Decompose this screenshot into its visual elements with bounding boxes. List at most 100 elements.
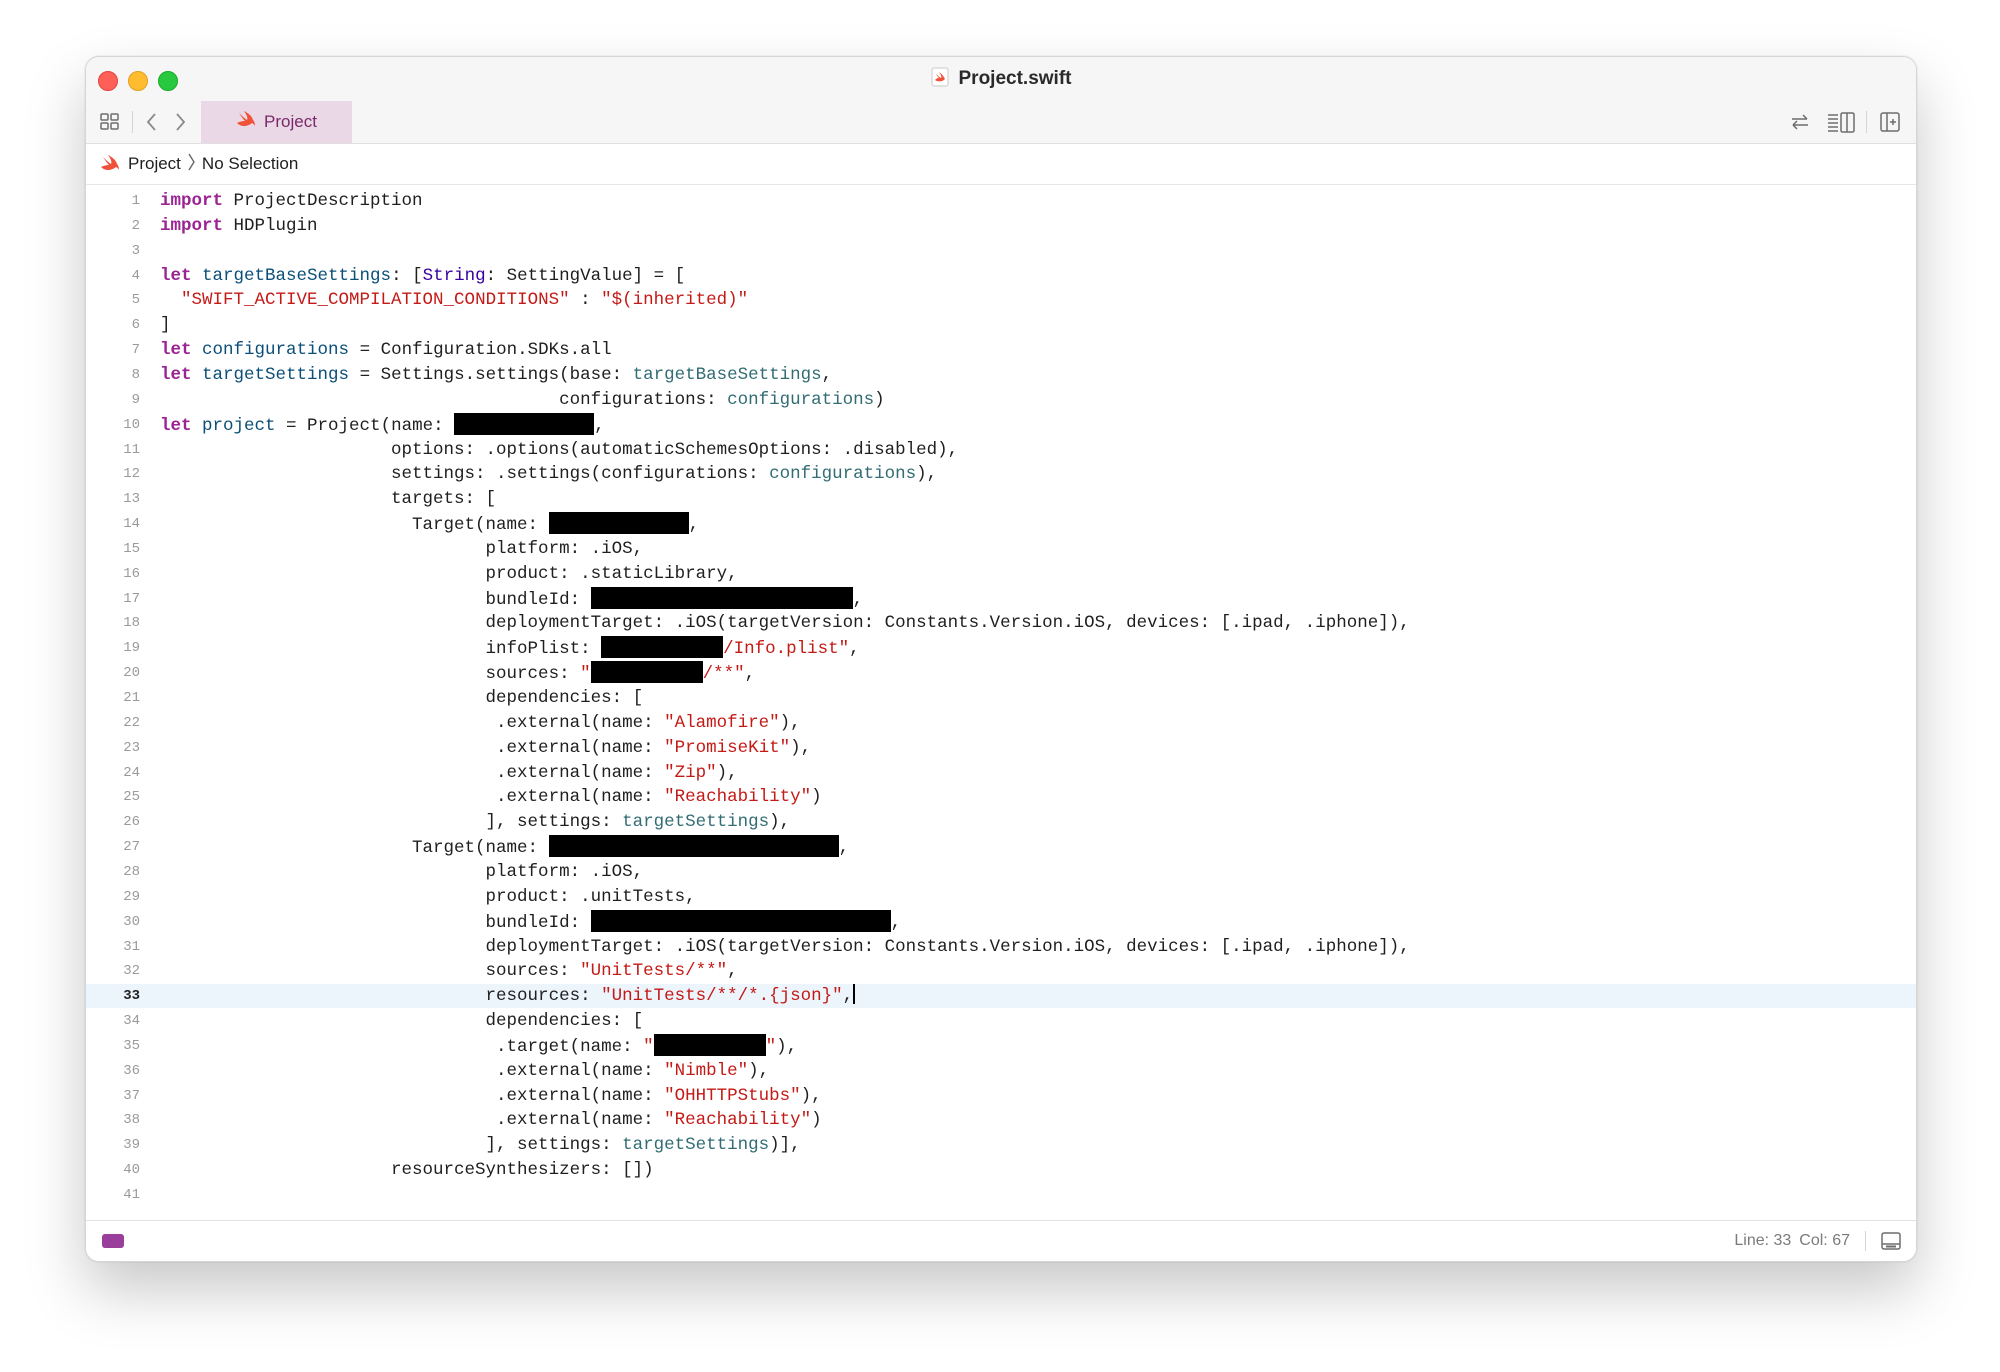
code-line[interactable]: 24 .external(name: "Zip"), bbox=[86, 761, 1916, 785]
code-text: resources: "UnitTests/**/*.{json}", bbox=[160, 984, 856, 1007]
code-line[interactable]: 32 sources: "UnitTests/**", bbox=[86, 959, 1916, 983]
status-bar: Line: 33 Col: 67 bbox=[86, 1220, 1916, 1261]
line-number: 31 bbox=[123, 938, 140, 955]
line-number: 40 bbox=[123, 1162, 140, 1179]
code-line[interactable]: 33 resources: "UnitTests/**/*.{json}", bbox=[86, 984, 1916, 1009]
code-line[interactable]: 6] bbox=[86, 313, 1916, 337]
line-number: 12 bbox=[123, 466, 140, 483]
code-line[interactable]: 40 resourceSynthesizers: []) bbox=[86, 1158, 1916, 1182]
redacted-block bbox=[454, 412, 595, 435]
code-line[interactable]: 37 .external(name: "OHHTTPStubs"), bbox=[86, 1084, 1916, 1108]
line-number: 13 bbox=[123, 491, 140, 508]
code-line[interactable]: 21 dependencies: [ bbox=[86, 686, 1916, 710]
code-line[interactable]: 7 let configurations = Configuration.SDKs… bbox=[86, 338, 1916, 362]
code-line[interactable]: 22 .external(name: "Alamofire"), bbox=[86, 711, 1916, 735]
code-text: product: .staticLibrary, bbox=[160, 563, 738, 584]
code-line[interactable]: 5 "SWIFT_ACTIVE_COMPILATION_CONDITIONS" … bbox=[86, 288, 1916, 312]
code-text: .external(name: "Nimble"), bbox=[160, 1060, 770, 1081]
forward-icon[interactable] bbox=[168, 110, 192, 134]
code-text: resourceSynthesizers: []) bbox=[160, 1160, 654, 1181]
code-text: import HDPlugin bbox=[160, 215, 318, 236]
code-line[interactable]: 36 .external(name: "Nimble"), bbox=[86, 1059, 1916, 1083]
code-line[interactable]: 23 .external(name: "PromiseKit"), bbox=[86, 736, 1916, 760]
code-line[interactable]: 20 sources: "/**", bbox=[86, 661, 1916, 685]
code-line[interactable]: 17 bundleId: , bbox=[86, 586, 1916, 611]
code-line[interactable]: 8 let targetSettings = Settings.settings(… bbox=[86, 363, 1916, 387]
code-line[interactable]: 3 bbox=[86, 239, 1916, 263]
code-line[interactable]: 19 infoPlist: /Info.plist", bbox=[86, 636, 1916, 660]
code-text: ], settings: targetSettings)], bbox=[160, 1135, 801, 1156]
code-text: Target(name: , bbox=[160, 512, 699, 537]
title-bar: Project.swift bbox=[86, 57, 1916, 102]
line-number: 27 bbox=[123, 839, 140, 856]
code-line[interactable]: 30 bundleId: , bbox=[86, 909, 1916, 934]
code-text: let project = Project(name: , bbox=[160, 412, 605, 438]
code-text: infoPlist: /Info.plist", bbox=[160, 636, 860, 661]
code-text: .external(name: "Reachability") bbox=[160, 1110, 822, 1131]
code-text: configurations: configurations) bbox=[160, 389, 885, 410]
line-number: 4 bbox=[131, 267, 140, 284]
code-line[interactable]: 1 import ProjectDescription bbox=[86, 189, 1916, 213]
line-number: 34 bbox=[123, 1013, 140, 1030]
code-line[interactable]: 10 let project = Project(name: , bbox=[86, 412, 1916, 438]
line-number: 3 bbox=[131, 242, 140, 259]
code-line[interactable]: 41 bbox=[86, 1183, 1916, 1207]
add-editor-icon[interactable] bbox=[1878, 110, 1902, 134]
breadcrumb: Project No Selection bbox=[86, 144, 1916, 185]
code-line[interactable]: 35 .target(name: " "), bbox=[86, 1033, 1916, 1058]
inspector-icon[interactable] bbox=[1826, 110, 1856, 134]
breadcrumb-selection[interactable]: No Selection bbox=[202, 154, 298, 174]
code-line[interactable]: 27 Target(name: , bbox=[86, 835, 1916, 859]
line-number: 17 bbox=[123, 590, 140, 607]
code-line[interactable]: 28 platform: .iOS, bbox=[86, 860, 1916, 884]
back-icon[interactable] bbox=[140, 110, 164, 134]
code-text: options: .options(automaticSchemesOption… bbox=[160, 439, 959, 460]
code-line[interactable]: 2 import HDPlugin bbox=[86, 214, 1916, 238]
code-line[interactable]: 38 .external(name: "Reachability") bbox=[86, 1108, 1916, 1132]
line-number: 18 bbox=[123, 615, 140, 632]
line-number: 35 bbox=[123, 1037, 140, 1054]
code-editor[interactable]: 1 import ProjectDescription 2 import HDPlug… bbox=[86, 185, 1916, 1221]
line-number: 8 bbox=[131, 366, 140, 383]
redacted-block bbox=[590, 661, 703, 684]
code-line[interactable]: 25 .external(name: "Reachability") bbox=[86, 785, 1916, 809]
tab-label: Project bbox=[264, 112, 317, 131]
tab-project[interactable]: Project bbox=[201, 101, 352, 143]
line-number: 10 bbox=[123, 416, 140, 433]
code-line[interactable]: 12 settings: .settings(configurations: c… bbox=[86, 462, 1916, 486]
line-number: 38 bbox=[123, 1112, 140, 1129]
code-text: let targetSettings = Settings.settings(b… bbox=[160, 364, 833, 385]
code-line[interactable]: 14 Target(name: , bbox=[86, 512, 1916, 536]
tag-icon bbox=[102, 1234, 124, 1248]
code-line[interactable]: 26 ], settings: targetSettings), bbox=[86, 810, 1916, 834]
line-number: 20 bbox=[123, 665, 140, 682]
grid-icon[interactable] bbox=[98, 110, 122, 134]
line-number: 2 bbox=[131, 217, 140, 234]
code-text: sources: "/**", bbox=[160, 661, 755, 686]
code-line[interactable]: 34 dependencies: [ bbox=[86, 1009, 1916, 1033]
breadcrumb-project[interactable]: Project bbox=[128, 154, 181, 174]
code-line[interactable]: 15 platform: .iOS, bbox=[86, 537, 1916, 561]
code-line[interactable]: 13 targets: [ bbox=[86, 487, 1916, 511]
code-line[interactable]: 4 let targetBaseSettings: [String: Settin… bbox=[86, 264, 1916, 288]
editor-window: Project.swift Project Project No Selecti… bbox=[85, 56, 1917, 1262]
code-line[interactable]: 31 deploymentTarget: .iOS(targetVersion:… bbox=[86, 935, 1916, 959]
code-line[interactable]: 18 deploymentTarget: .iOS(targetVersion:… bbox=[86, 611, 1916, 635]
code-line[interactable]: 29 product: .unitTests, bbox=[86, 885, 1916, 909]
code-line[interactable]: 11 options: .options(automaticSchemesOpt… bbox=[86, 438, 1916, 462]
swift-file-icon bbox=[931, 67, 949, 92]
code-text: dependencies: [ bbox=[160, 1011, 644, 1032]
code-text: ] bbox=[160, 315, 171, 336]
cursor-column: Col: 67 bbox=[1799, 1232, 1850, 1249]
code-text: .external(name: "PromiseKit"), bbox=[160, 737, 812, 758]
code-text: platform: .iOS, bbox=[160, 861, 644, 882]
code-line[interactable]: 39 ], settings: targetSettings)], bbox=[86, 1133, 1916, 1157]
code-text: targets: [ bbox=[160, 489, 497, 510]
code-text: let configurations = Configuration.SDKs.… bbox=[160, 340, 612, 361]
swap-icon[interactable] bbox=[1788, 110, 1812, 134]
code-line[interactable]: 16 product: .staticLibrary, bbox=[86, 562, 1916, 586]
code-text: deploymentTarget: .iOS(targetVersion: Co… bbox=[160, 936, 1410, 957]
line-number: 1 bbox=[131, 193, 140, 209]
debug-area-toggle-icon[interactable] bbox=[1880, 1231, 1902, 1251]
code-line[interactable]: 9 configurations: configurations) bbox=[86, 388, 1916, 412]
